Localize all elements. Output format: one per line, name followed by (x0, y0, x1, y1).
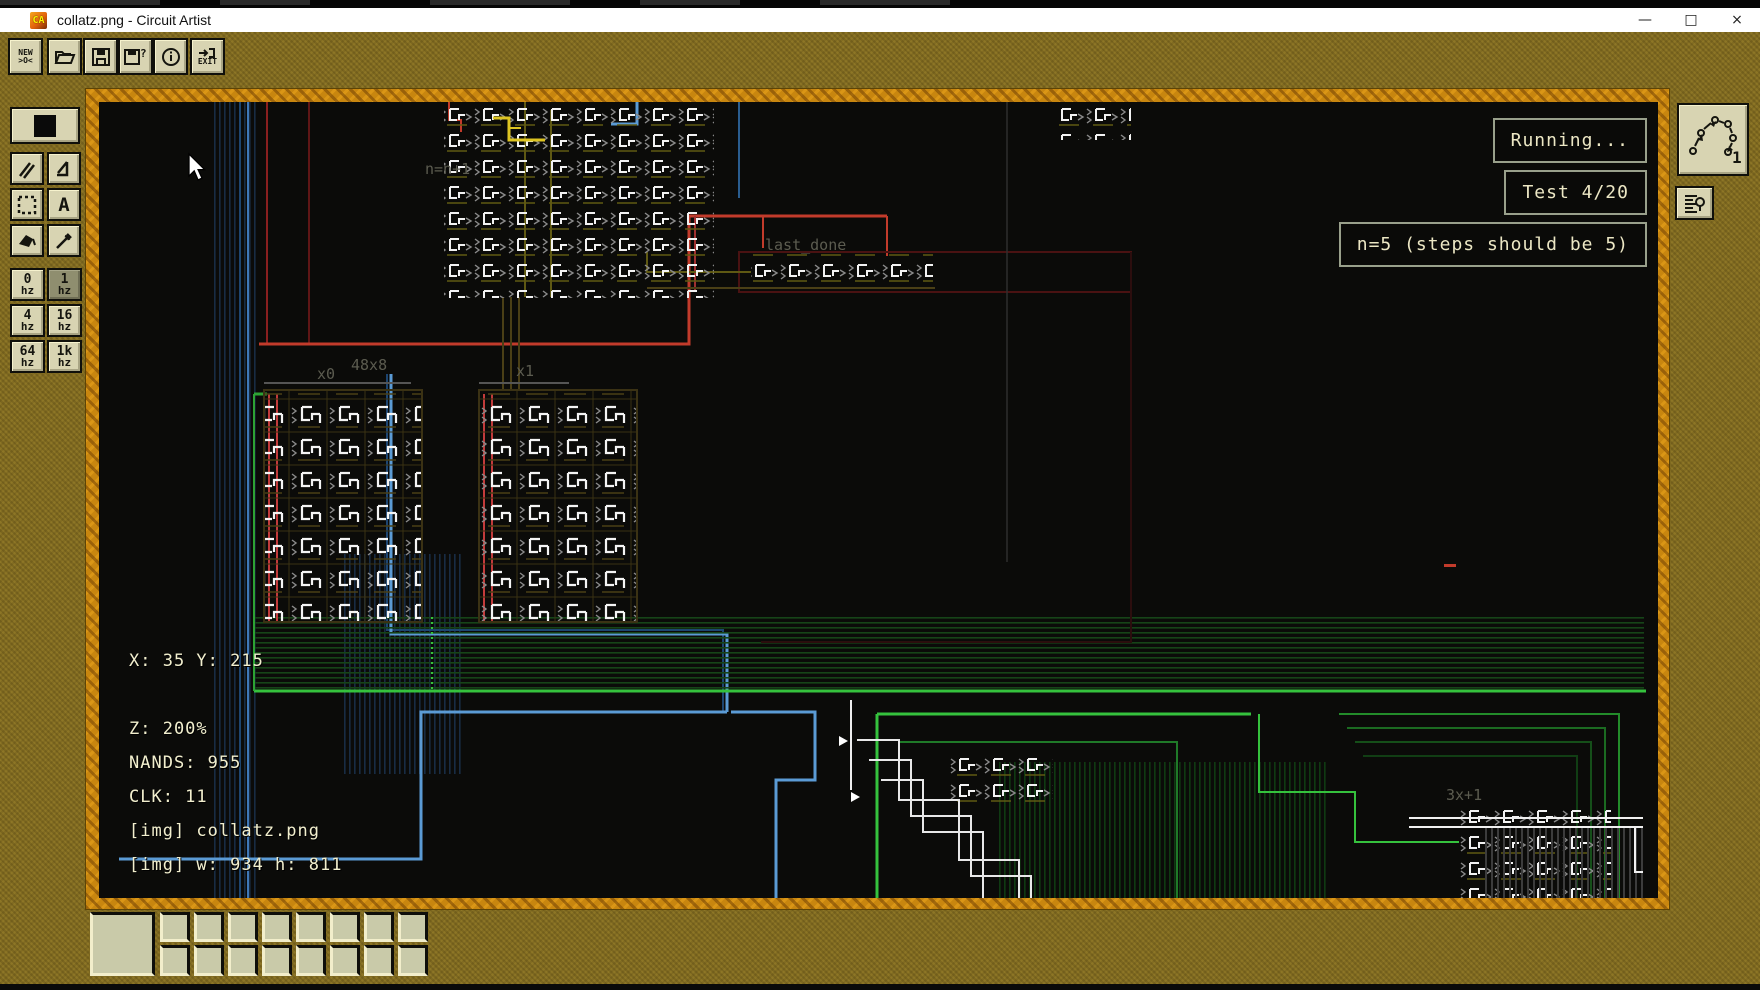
palette-slot[interactable] (296, 945, 326, 976)
status-nands: NANDS: 955 (129, 753, 241, 773)
fill-tool-button[interactable] (10, 224, 44, 257)
label-reg0: x0 (317, 365, 335, 383)
status-img-name: [img] collatz.png (129, 821, 320, 841)
save-floppy-icon (91, 47, 111, 67)
pencil-tool-button[interactable] (10, 152, 44, 185)
new-button[interactable]: NEW>O< (8, 38, 43, 75)
log-list-icon (1683, 192, 1707, 214)
palette-slot[interactable] (364, 912, 394, 942)
palette-slot[interactable] (296, 912, 326, 942)
palette-slot[interactable] (262, 912, 292, 942)
log-details-button[interactable] (1675, 186, 1714, 220)
selection-rect-icon (17, 195, 37, 215)
exit-icon: EXIT (198, 48, 217, 66)
palette-slot[interactable] (228, 945, 258, 976)
clock-1hz-button[interactable]: 1hz (47, 268, 82, 301)
text-tool-button[interactable]: A (47, 188, 81, 221)
line-tool-button[interactable] (47, 152, 81, 185)
new-icon: NEW>O< (18, 49, 32, 65)
fill-bucket-icon (17, 232, 37, 250)
clock-64hz-button[interactable]: 64hz (10, 340, 45, 373)
text-tool-icon: A (58, 194, 69, 216)
svg-text:?: ? (140, 47, 147, 60)
palette-slot[interactable] (398, 945, 428, 976)
close-button[interactable]: × (1714, 8, 1760, 32)
label-last-done: last_done (765, 236, 846, 254)
palette-slot[interactable] (160, 912, 190, 942)
status-coords: X: 35 Y: 215 (129, 651, 264, 671)
step-path-icon: 1 (1684, 111, 1742, 169)
eyedropper-icon (54, 231, 74, 251)
status-zoom: Z: 200% (129, 719, 208, 739)
minimize-button[interactable]: — (1622, 8, 1668, 32)
clock-0hz-button[interactable]: 0hz (10, 268, 45, 301)
current-color-swatch[interactable] (10, 107, 80, 144)
status-clk: CLK: 11 (129, 787, 208, 807)
maximize-button[interactable]: □ (1668, 8, 1714, 32)
save-button[interactable] (83, 38, 118, 75)
background-window-sliver (0, 0, 1760, 8)
step-simulation-button[interactable]: 1 (1677, 103, 1749, 176)
save-as-icon: ? (124, 47, 148, 67)
circuit-artist-window: CA collatz.png - Circuit Artist — □ × NE… (0, 0, 1760, 990)
circuit-canvas[interactable]: n=n+1 last_done x0 48x8 x1 3x+1 X: 35 Y:… (99, 102, 1658, 898)
palette-slot[interactable] (194, 945, 224, 976)
app-icon: CA (30, 12, 47, 29)
open-button[interactable] (47, 38, 82, 75)
palette-slot[interactable] (160, 945, 190, 976)
palette-slot[interactable] (330, 945, 360, 976)
picker-tool-button[interactable] (47, 224, 81, 257)
sim-test-badge: Test 4/20 (1504, 170, 1647, 215)
palette-slot[interactable] (330, 912, 360, 942)
line-icon (54, 159, 74, 179)
step-button-number: 1 (1732, 148, 1742, 167)
label-adder: n=n+1 (425, 160, 470, 178)
palette-slot[interactable] (262, 945, 292, 976)
title-bar: CA collatz.png - Circuit Artist — □ × (0, 8, 1760, 32)
clock-4hz-button[interactable]: 4hz (10, 304, 45, 337)
info-icon (161, 47, 181, 67)
save-as-button[interactable]: ? (118, 38, 153, 75)
label-reg1: x1 (516, 362, 534, 380)
canvas-gold-frame: n=n+1 last_done x0 48x8 x1 3x+1 X: 35 Y:… (85, 88, 1670, 910)
palette-slot[interactable] (228, 912, 258, 942)
color-swatch-black (34, 115, 56, 137)
pencil-icon (17, 159, 37, 179)
clock-16hz-button[interactable]: 16hz (47, 304, 82, 337)
bottom-screen-strip (0, 984, 1760, 990)
select-tool-button[interactable] (10, 188, 44, 221)
info-button[interactable] (153, 38, 188, 75)
palette-slot[interactable] (194, 912, 224, 942)
palette-slot-large[interactable] (90, 912, 155, 976)
sim-running-badge: Running... (1493, 118, 1647, 163)
label-reg-size: 48x8 (351, 356, 387, 374)
sim-result-badge: n=5 (steps should be 5) (1339, 222, 1647, 267)
palette-slot[interactable] (364, 945, 394, 976)
clock-1khz-button[interactable]: 1khz (47, 340, 82, 373)
status-img-size: [img] w: 934 h: 811 (129, 855, 342, 875)
open-folder-icon (54, 47, 76, 67)
window-title: collatz.png - Circuit Artist (57, 12, 211, 28)
palette-slot[interactable] (398, 912, 428, 942)
label-mul: 3x+1 (1446, 786, 1482, 804)
exit-button[interactable]: EXIT (190, 38, 225, 75)
